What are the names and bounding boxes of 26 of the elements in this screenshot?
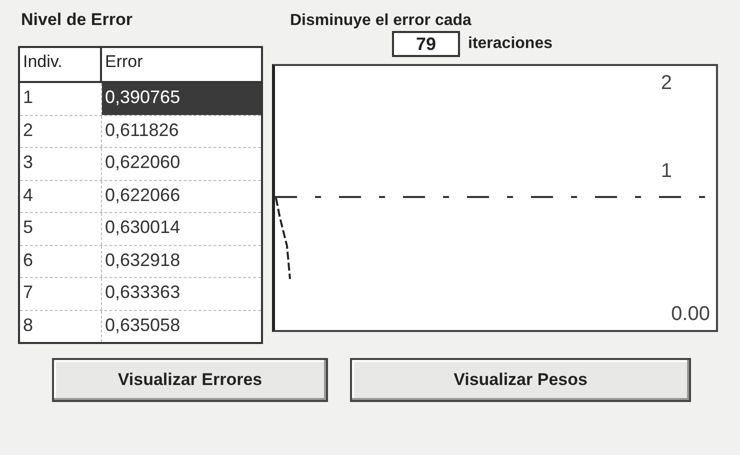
- action-button[interactable]: Visualizar Errores: [52, 358, 328, 402]
- table-cell[interactable]: 0,622066: [102, 180, 261, 212]
- table-cell[interactable]: 6: [20, 246, 102, 277]
- table-cell[interactable]: 2: [20, 116, 102, 147]
- table-cell[interactable]: 5: [20, 213, 102, 244]
- unit-label: iteraciones: [468, 35, 552, 53]
- table-cell[interactable]: 0,633363: [102, 278, 261, 310]
- table-cell[interactable]: 7: [20, 278, 102, 310]
- column-header: Error: [104, 51, 144, 73]
- table-cell[interactable]: 0,611826: [102, 116, 261, 147]
- column-header: Indiv.: [20, 48, 102, 81]
- action-button[interactable]: Visualizar Pesos: [350, 358, 691, 402]
- panel-title: Nivel de Error: [20, 9, 134, 31]
- table-cell[interactable]: 0,632918: [102, 246, 261, 277]
- axis-label: 2: [660, 72, 672, 95]
- decrease-label: Disminuye el error cada: [289, 12, 472, 30]
- table-cell[interactable]: 3: [20, 148, 102, 180]
- table-cell[interactable]: 4: [20, 180, 102, 212]
- axis-label: 1: [660, 160, 672, 183]
- table-cell[interactable]: 0,390765: [102, 83, 261, 114]
- table-cell[interactable]: 0,622060: [102, 148, 261, 180]
- table-cell[interactable]: 8: [20, 310, 102, 342]
- table-cell[interactable]: 0,630014: [102, 213, 261, 244]
- axis-label: 0.00: [671, 303, 710, 326]
- iterations-field[interactable]: 79: [392, 31, 460, 57]
- table-cell[interactable]: 0,635058: [102, 310, 261, 342]
